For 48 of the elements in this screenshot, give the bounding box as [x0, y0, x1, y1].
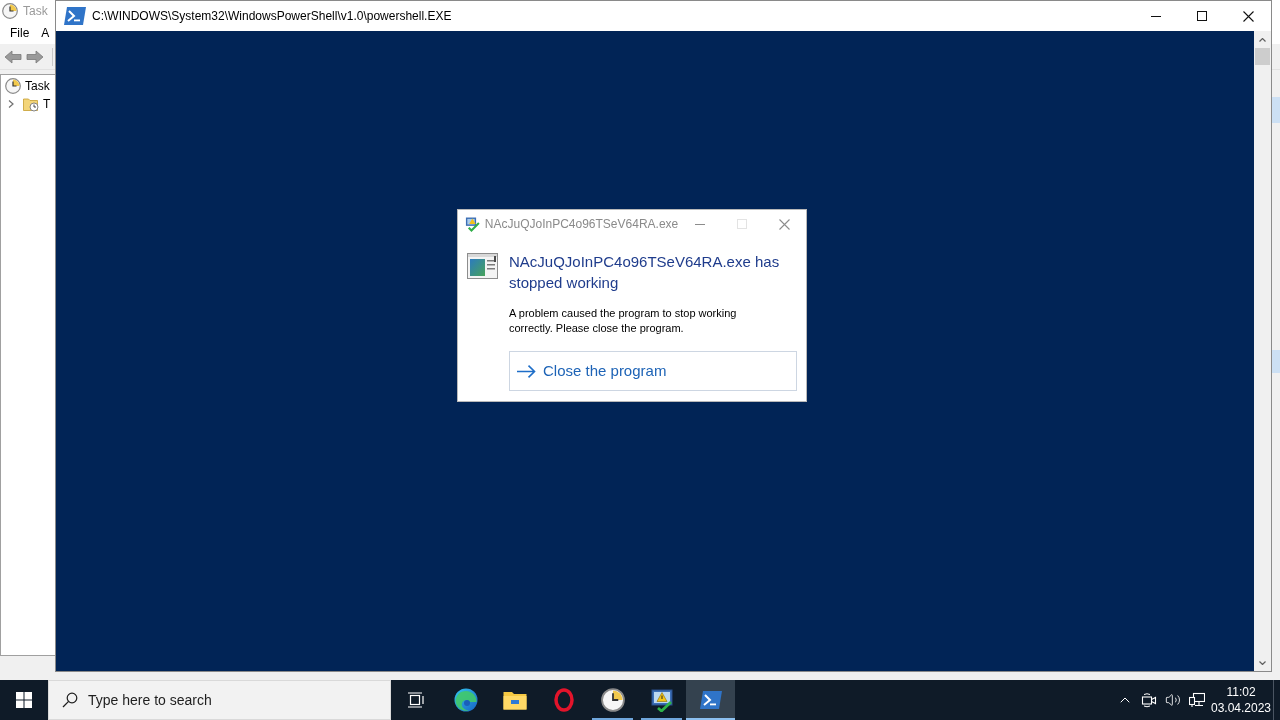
- chevron-up-icon[interactable]: [1259, 37, 1266, 42]
- arrow-right-icon: [517, 364, 536, 378]
- chevron-down-icon[interactable]: [1259, 660, 1266, 665]
- scrollbar-thumb[interactable]: [1255, 48, 1270, 65]
- clock-button[interactable]: 11:02 03.04.2023: [1209, 680, 1273, 720]
- clock-icon: [5, 78, 21, 94]
- maximize-icon: [737, 219, 748, 229]
- windows-logo-icon: [16, 692, 32, 708]
- arrow-right-icon: [26, 49, 44, 64]
- browser-icon: [453, 688, 478, 712]
- tree-item[interactable]: T: [43, 96, 51, 112]
- minimize-icon: [694, 223, 705, 225]
- search-bar[interactable]: Type here to search: [48, 680, 391, 720]
- terminal-icon: [63, 6, 87, 26]
- search-icon: [62, 692, 78, 708]
- dialog-heading: NAcJuQJoInPC4o96TSeV64RA.exe has stopped working: [509, 252, 781, 293]
- folder-clock-icon: [23, 96, 39, 112]
- app-icon: [465, 216, 480, 232]
- speaker-icon: [1165, 692, 1181, 708]
- row-highlight: [1272, 97, 1280, 123]
- folder-icon: [502, 690, 527, 710]
- chevron-right-icon[interactable]: [7, 100, 15, 108]
- scrollbar[interactable]: [1254, 31, 1271, 671]
- task-view-icon: [407, 692, 425, 708]
- back-button[interactable]: [4, 49, 22, 64]
- menu-item[interactable]: File: [10, 25, 30, 41]
- close-icon: [1242, 10, 1254, 22]
- row-highlight: [1272, 350, 1280, 373]
- menu-item[interactable]: A: [41, 25, 50, 41]
- program-window-icon: [467, 253, 498, 279]
- close-program-button[interactable]: Close the program: [509, 351, 797, 391]
- forward-button[interactable]: [26, 49, 44, 64]
- terminal-icon: [698, 690, 723, 710]
- clock-icon: [600, 688, 625, 712]
- tree-item[interactable]: Task: [25, 78, 50, 94]
- window-title: Task: [23, 3, 48, 20]
- network-icon: [1189, 692, 1205, 708]
- search-field[interactable]: Type here to search: [88, 688, 368, 712]
- maximize-icon: [1197, 11, 1207, 21]
- dialog-title: NAcJuQJoInPC4o96TSeV64RA.exe: [484, 216, 679, 233]
- window-title: C:\WINDOWS\System32\WindowsPowerShell\v1.0\powershell.EXE: [92, 8, 452, 25]
- arrow-left-icon: [4, 49, 22, 64]
- minimize-icon: [1151, 15, 1161, 17]
- monitor-warning-icon: [649, 688, 674, 712]
- dialog-message: A problem caused the program to stop working correctly. Please close the program.: [509, 306, 738, 336]
- letter-o-icon: [553, 688, 574, 712]
- camera-icon: [1141, 692, 1157, 708]
- close-icon: [779, 218, 791, 230]
